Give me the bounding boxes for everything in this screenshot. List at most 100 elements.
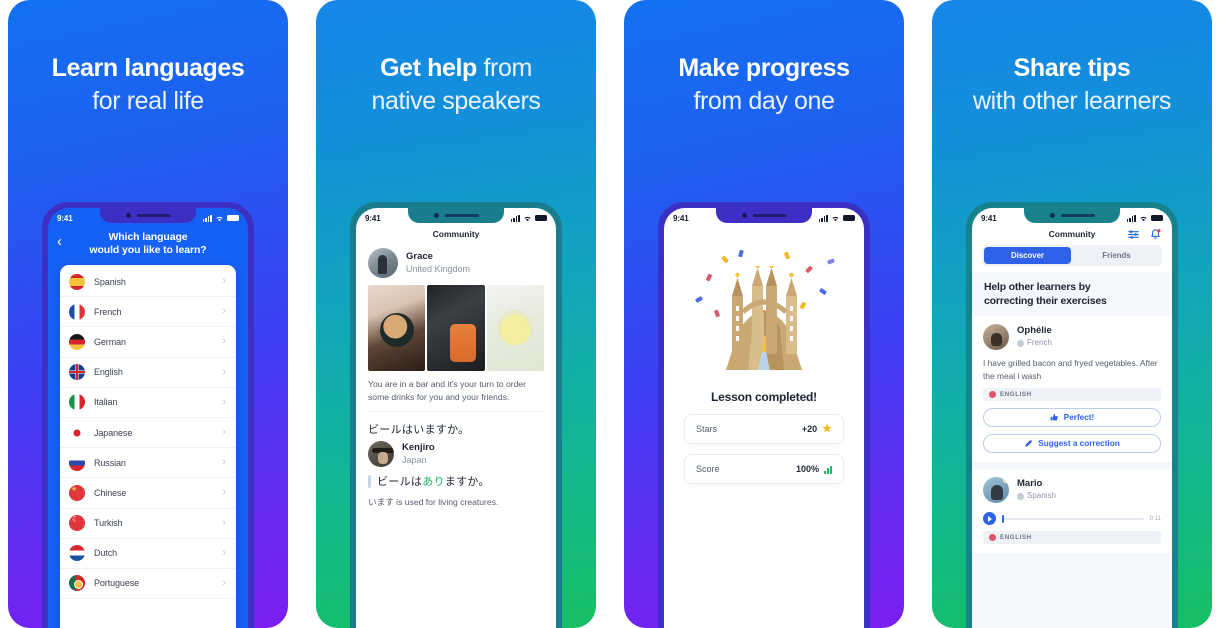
back-chevron-icon[interactable]: ‹	[57, 234, 62, 249]
phone-screen-4: 9:41 Community	[972, 208, 1172, 628]
nav-title: Community	[1049, 229, 1096, 239]
list-item[interactable]: Portuguese›	[60, 569, 236, 599]
list-item[interactable]: French›	[60, 297, 236, 327]
photo-strip[interactable]	[356, 285, 556, 371]
tab-friends[interactable]: Friends	[1073, 247, 1160, 264]
perfect-button[interactable]: Perfect!	[983, 408, 1161, 427]
filter-sliders-icon[interactable]	[1127, 228, 1140, 241]
flag-icon-spanish	[69, 274, 85, 290]
phone-mockup-4: 9:41 Community	[966, 202, 1178, 628]
flag-icon-turkish	[69, 515, 85, 531]
author-language: French	[1027, 337, 1052, 349]
gallery-panel-3[interactable]: Make progress from day one 9:41	[624, 0, 904, 628]
status-time: 9:41	[365, 214, 381, 223]
bell-icon[interactable]	[1149, 228, 1162, 241]
gallery-panel-2[interactable]: Get help from native speakers 9:41 Commu	[316, 0, 596, 628]
audio-waveform[interactable]	[1002, 518, 1144, 520]
list-item[interactable]: English›	[60, 358, 236, 388]
list-item-label: Italian	[94, 397, 213, 407]
camera-icon	[434, 213, 439, 218]
list-item-label: Russian	[94, 458, 213, 468]
list-item[interactable]: German›	[60, 327, 236, 357]
author-name: Grace	[406, 250, 470, 263]
post-author[interactable]: Ophélie French	[983, 324, 1161, 350]
phone-screen-2: 9:41 Community Grace United Kingdom	[356, 208, 556, 628]
speaker-icon	[753, 214, 787, 217]
language-tag: ENGLISH	[983, 531, 1161, 544]
gallery-panel-4[interactable]: Share tips with other learners 9:41	[932, 0, 1212, 628]
picker-title-line2: would you like to learn?	[60, 244, 236, 257]
battery-icon	[843, 215, 855, 222]
flag-icon-dutch	[69, 545, 85, 561]
community-tabs[interactable]: Discover Friends	[982, 245, 1162, 266]
phone-mockup-3: 9:41	[658, 202, 870, 628]
phone-screen-3: 9:41	[664, 208, 864, 628]
wifi-icon	[215, 215, 224, 222]
status-time: 9:41	[673, 214, 689, 223]
globe-icon	[1017, 340, 1024, 347]
list-item[interactable]: Japanese›	[60, 418, 236, 448]
headline-bold: Get help	[380, 54, 477, 82]
list-item[interactable]: Spanish›	[60, 267, 236, 297]
signal-bars-icon	[824, 465, 832, 474]
camera-icon	[1050, 213, 1055, 218]
gallery-panel-1[interactable]: Learn languages for real life 9:41	[8, 0, 288, 628]
post-card-mario[interactable]: Mario Spanish 0:11 ENGLISH	[972, 469, 1172, 553]
flag-icon-english	[69, 364, 85, 380]
list-item[interactable]: Turkish›	[60, 509, 236, 539]
status-time: 9:41	[57, 214, 73, 223]
post-author[interactable]: Grace United Kingdom	[356, 246, 556, 285]
phone-notch	[100, 208, 196, 223]
badge-icon	[1003, 477, 1009, 483]
celebration-illustration	[689, 248, 839, 378]
panel-3-headline: Make progress from day one	[624, 52, 904, 118]
photo-lemonade[interactable]	[487, 285, 544, 371]
chevron-right-icon: ›	[222, 276, 226, 287]
sagrada-familia-icon	[708, 266, 820, 378]
nav-title: Community	[356, 228, 556, 246]
speaker-icon	[137, 214, 171, 217]
post-card-ophelie[interactable]: Ophélie French I have grilled bacon and …	[972, 316, 1172, 462]
panel-1-headline: Learn languages for real life	[8, 52, 288, 118]
language-picker-header: ‹ Which language would you like to learn…	[48, 228, 248, 265]
phone-notch	[716, 208, 812, 223]
audio-player[interactable]: 0:11	[983, 512, 1161, 525]
tab-discover[interactable]: Discover	[984, 247, 1071, 264]
cellular-signal-icon	[1127, 215, 1136, 222]
stat-row-score: Score 100%	[684, 454, 844, 484]
corrector-location: Japan	[402, 454, 435, 467]
corrector-name: Kenjiro	[402, 441, 435, 454]
chevron-right-icon: ›	[222, 306, 226, 317]
camera-icon	[742, 213, 747, 218]
perfect-button-label: Perfect!	[1064, 413, 1095, 422]
photo-cocktail[interactable]	[427, 285, 484, 371]
speaker-icon	[445, 214, 479, 217]
corrector-author[interactable]: Kenjiro Japan	[356, 441, 556, 471]
headline-bold: Make progress	[678, 54, 849, 82]
battery-icon	[535, 215, 547, 222]
headline-bold: Share tips	[1014, 54, 1131, 82]
cellular-signal-icon	[203, 215, 212, 222]
suggest-correction-button[interactable]: Suggest a correction	[983, 434, 1161, 453]
post-text: I have grilled bacon and fryed vegetable…	[983, 357, 1161, 382]
list-item[interactable]: Dutch›	[60, 539, 236, 569]
list-item[interactable]: Chinese›	[60, 478, 236, 508]
wifi-icon	[1139, 215, 1148, 222]
feed-heading: Help other learners by correcting their …	[972, 272, 1172, 316]
list-item[interactable]: Italian›	[60, 388, 236, 418]
flag-icon-german	[69, 334, 85, 350]
status-time: 9:41	[981, 214, 997, 223]
list-item-label: Japanese	[94, 428, 213, 438]
author-language: Spanish	[1027, 490, 1056, 502]
photo-coffee[interactable]	[368, 285, 425, 371]
avatar	[983, 324, 1009, 350]
correction-note: います is used for living creatures.	[356, 491, 556, 508]
phone-notch	[408, 208, 504, 223]
page-title: Lesson completed!	[678, 390, 850, 404]
chevron-right-icon: ›	[222, 336, 226, 347]
post-author[interactable]: Mario Spanish	[983, 477, 1161, 503]
play-icon[interactable]	[983, 512, 996, 525]
language-list[interactable]: Spanish› French› German› English› Italia…	[60, 265, 236, 628]
picker-title-line1: Which language	[60, 231, 236, 244]
list-item[interactable]: Russian›	[60, 448, 236, 478]
